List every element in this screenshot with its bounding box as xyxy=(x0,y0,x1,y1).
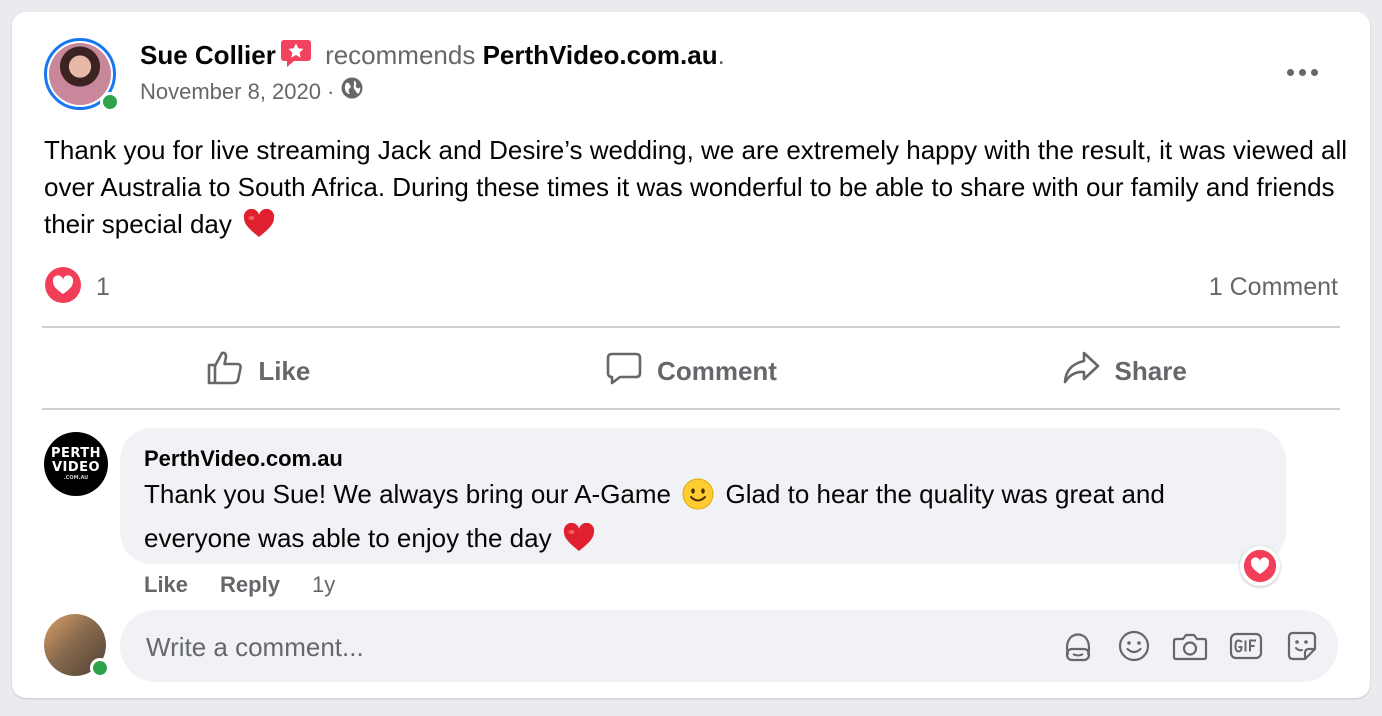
comment-label: Comment xyxy=(657,355,777,386)
comment-timestamp[interactable]: 1y xyxy=(312,572,335,598)
recommends-text: recommends xyxy=(325,40,476,70)
camera-icon[interactable] xyxy=(1172,628,1208,664)
recommended-page-link[interactable]: PerthVideo.com.au xyxy=(483,40,718,70)
share-label: Share xyxy=(1114,355,1187,386)
comment-count-link[interactable]: 1 Comment xyxy=(1209,268,1338,306)
divider-top xyxy=(42,326,1340,328)
comment-bubble: PerthVideo.com.au Thank you Sue! We alwa… xyxy=(120,428,1286,564)
like-button[interactable]: Like xyxy=(42,330,475,412)
composer-icons xyxy=(1060,610,1320,682)
reaction-summary[interactable]: 1 xyxy=(44,266,110,309)
comment-actions: Like Reply 1y xyxy=(144,570,335,600)
smiling-face-emoji-icon xyxy=(682,478,714,520)
sticker-icon[interactable] xyxy=(1284,628,1320,664)
like-label: Like xyxy=(258,355,311,386)
comment-composer xyxy=(120,610,1338,684)
comment-button[interactable]: Comment xyxy=(475,330,908,412)
comment-text-part1: Thank you Sue! We always bring our A-Gam… xyxy=(144,479,671,509)
share-arrow-icon xyxy=(1061,349,1101,394)
online-status-dot xyxy=(100,92,120,112)
author-name[interactable]: Sue Collier xyxy=(140,40,276,70)
post-text: Thank you for live streaming Jack and De… xyxy=(44,135,1348,239)
comment-author[interactable]: PerthVideo.com.au xyxy=(144,446,343,472)
avatar-sticker-icon[interactable] xyxy=(1060,628,1096,664)
gif-icon[interactable] xyxy=(1228,628,1264,664)
header-period: . xyxy=(717,40,725,70)
logo-text-domain: .COM.AU xyxy=(63,475,89,481)
comment-reply-link[interactable]: Reply xyxy=(220,572,280,598)
emoji-icon[interactable] xyxy=(1116,628,1152,664)
post-meta: November 8, 2020 · xyxy=(140,76,364,107)
red-heart-emoji-icon xyxy=(563,522,595,563)
post-card: Sue Collier recommends PerthVideo.com.au… xyxy=(12,12,1370,698)
post-body: Thank you for live streaming Jack and De… xyxy=(44,132,1354,249)
logo-text-video: VIDEO xyxy=(51,460,101,475)
comment-love-reaction-icon[interactable] xyxy=(1240,546,1280,586)
red-heart-emoji-icon xyxy=(243,208,275,249)
logo-text-perth: PERTH xyxy=(50,446,102,461)
recommendation-badge-icon xyxy=(280,38,312,75)
post-action-bar: Like Comment Share xyxy=(42,330,1340,412)
reaction-count: 1 xyxy=(96,272,110,301)
thumbs-up-icon xyxy=(206,349,244,394)
commenter-avatar[interactable]: PERTH VIDEO .COM.AU xyxy=(44,432,108,496)
post-date[interactable]: November 8, 2020 xyxy=(140,78,321,106)
post-header-line: Sue Collier recommends PerthVideo.com.au… xyxy=(140,38,725,75)
speech-bubble-icon xyxy=(605,349,643,394)
current-user-online-dot xyxy=(90,658,110,678)
globe-icon[interactable] xyxy=(340,76,364,107)
author-avatar[interactable] xyxy=(44,38,120,114)
comment-like-link[interactable]: Like xyxy=(144,572,188,598)
comment-body: Thank you Sue! We always bring our A-Gam… xyxy=(144,476,1254,563)
love-reaction-icon xyxy=(44,266,82,309)
share-button[interactable]: Share xyxy=(907,330,1340,412)
divider-bottom xyxy=(42,408,1340,410)
more-options-icon[interactable] xyxy=(1274,56,1330,88)
meta-separator: · xyxy=(327,78,335,104)
write-comment-input[interactable] xyxy=(144,610,1028,684)
